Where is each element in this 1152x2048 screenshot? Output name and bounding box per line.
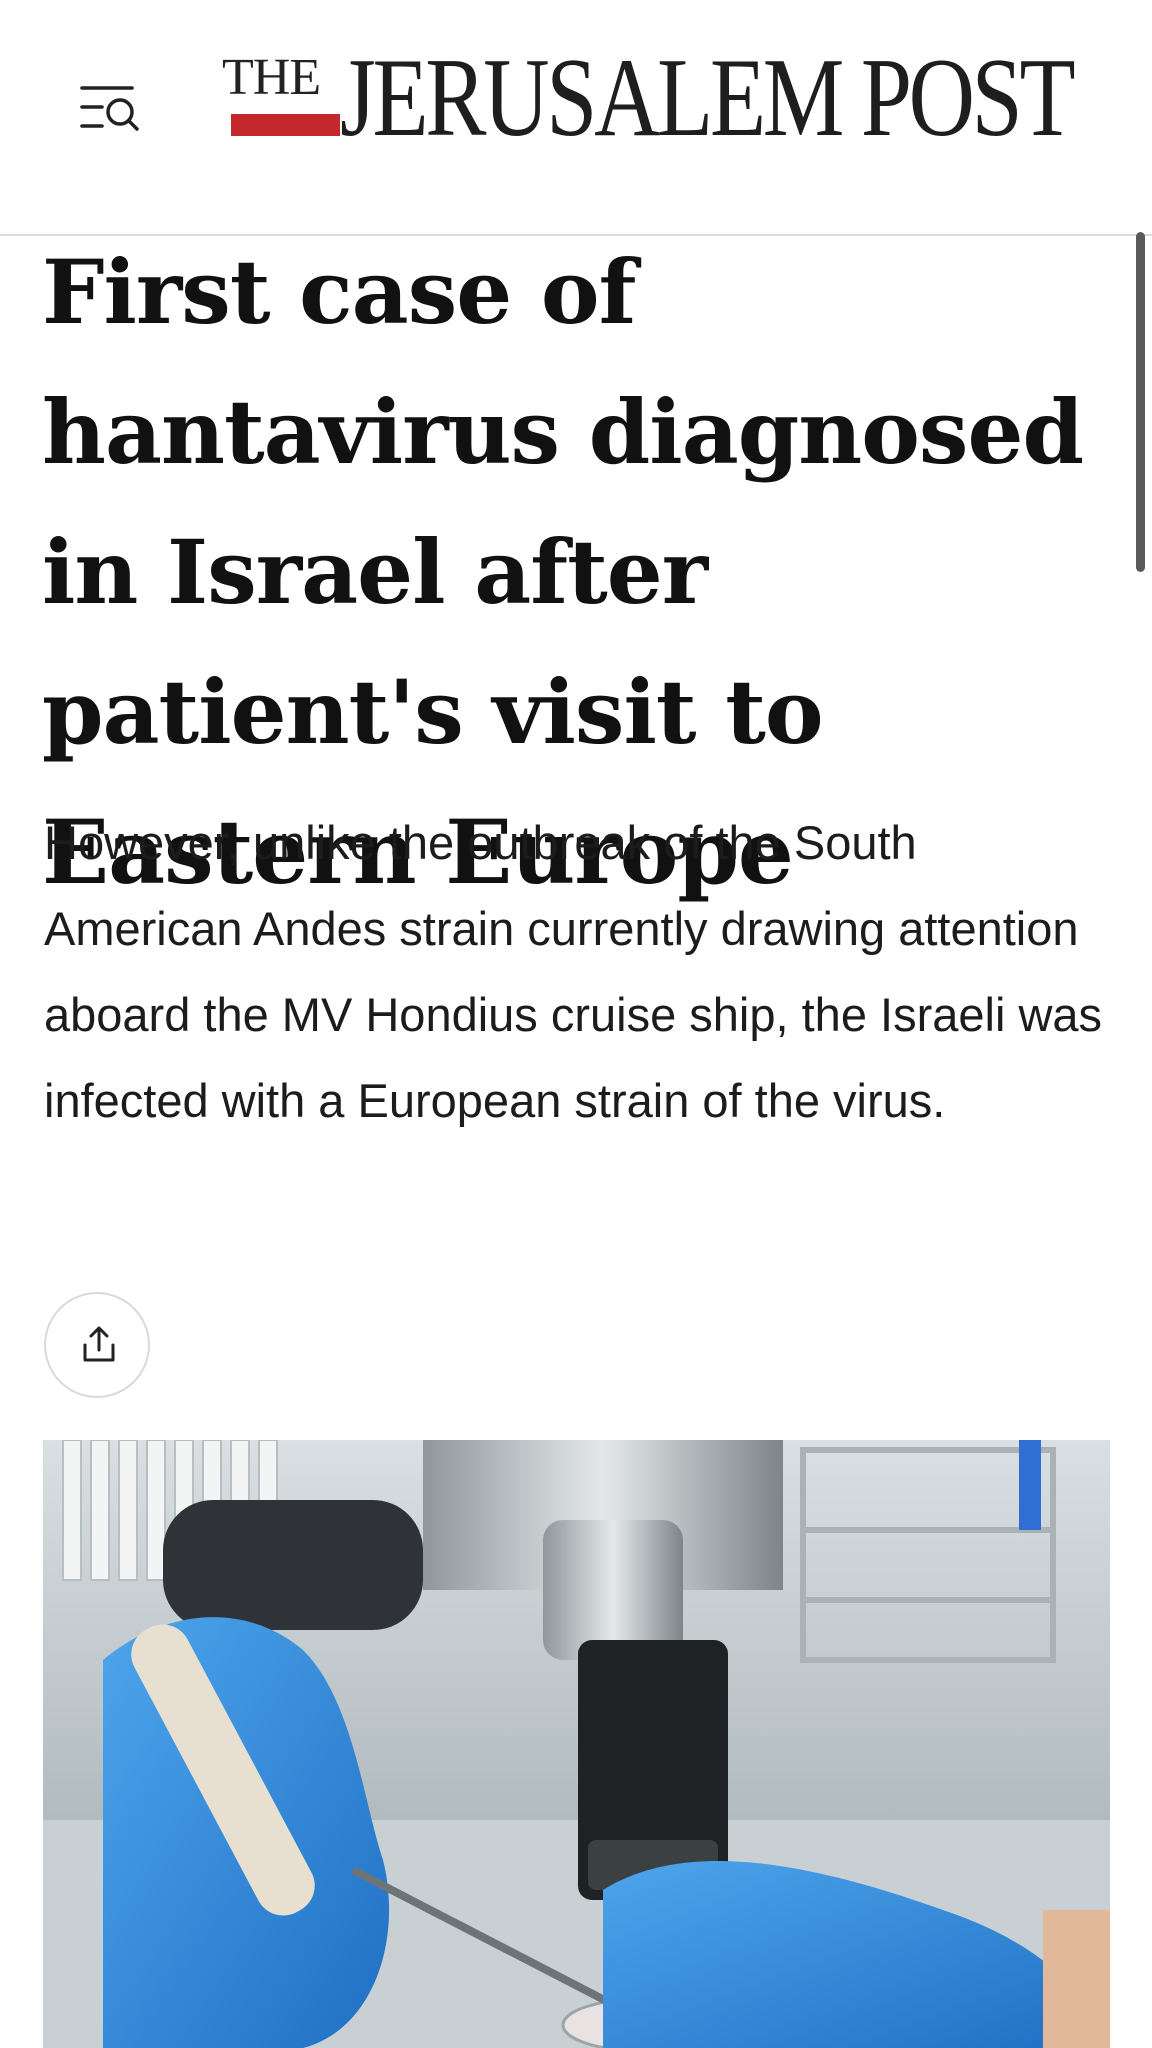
menu-search-icon — [80, 86, 139, 131]
logo-prefix: THE — [222, 49, 321, 106]
article-subtitle: However, unlike the outbreak of the Sout… — [44, 816, 1103, 1127]
lab-microscope-photo — [43, 1440, 1110, 2048]
logo-red-bar — [231, 114, 340, 136]
site-logo[interactable]: THE JERUSALEM POST — [222, 42, 1076, 162]
site-header: THE JERUSALEM POST — [0, 0, 1152, 236]
menu-search-button[interactable] — [80, 80, 144, 136]
logo-name: JERUSALEM POST — [340, 36, 1076, 160]
article-image[interactable] — [43, 1440, 1110, 2048]
share-button[interactable] — [44, 1292, 150, 1398]
scrollbar[interactable] — [1136, 232, 1145, 572]
share-icon — [83, 1326, 115, 1362]
